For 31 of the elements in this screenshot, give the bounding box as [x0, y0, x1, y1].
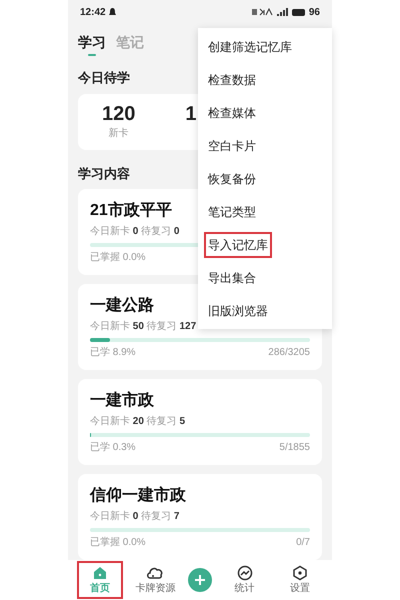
deck-name: 21市政平平: [90, 201, 172, 221]
menu-item-label: 笔记类型: [207, 204, 257, 220]
status-time: 12:42: [80, 6, 106, 20]
deck-counts: 今日新卡 50 待复习 127: [90, 321, 196, 333]
deck-counts: 今日新卡 0 待复习 0: [90, 226, 180, 238]
deck-name: 一建公路: [90, 296, 154, 316]
deck-name: 一建市政: [90, 391, 154, 411]
progress-count: 0/7: [296, 537, 310, 549]
progress-label: 已学 8.9%: [90, 347, 136, 359]
menu-item-label: 旧版浏览器: [207, 302, 269, 320]
menu-item-label: 空白卡片: [207, 138, 257, 154]
stat-label: 新卡: [108, 126, 129, 141]
progress-count: 286/3205: [268, 347, 310, 359]
deck-counts: 今日新卡 0 待复习 7: [90, 511, 180, 523]
menu-item-label: 检查数据: [207, 72, 257, 88]
section-title: 学习内容: [78, 164, 130, 182]
deck-counts: 今日新卡 20 待复习 5: [90, 416, 186, 428]
progress-label: 已学 0.3%: [90, 442, 136, 454]
stat-value: 120: [102, 102, 136, 126]
menu-item-label: 创建筛选记忆库: [207, 38, 293, 56]
menu-item-label: 恢复备份: [206, 170, 257, 188]
section-title: 今日待学: [78, 69, 130, 87]
deck-name: 信仰一建市政: [90, 486, 186, 506]
battery-level: 96: [308, 6, 320, 20]
progress-label: 已掌握 0.0%: [90, 537, 146, 549]
menu-item-label: 导入记忆库: [204, 232, 272, 258]
stat-value: 1: [185, 102, 196, 126]
progress-label: 已掌握 0.0%: [90, 252, 146, 264]
menu-item-label: 检查媒体: [207, 104, 257, 122]
progress-count: 5/1855: [279, 442, 310, 454]
menu-item-label: 导出集合: [207, 270, 257, 286]
